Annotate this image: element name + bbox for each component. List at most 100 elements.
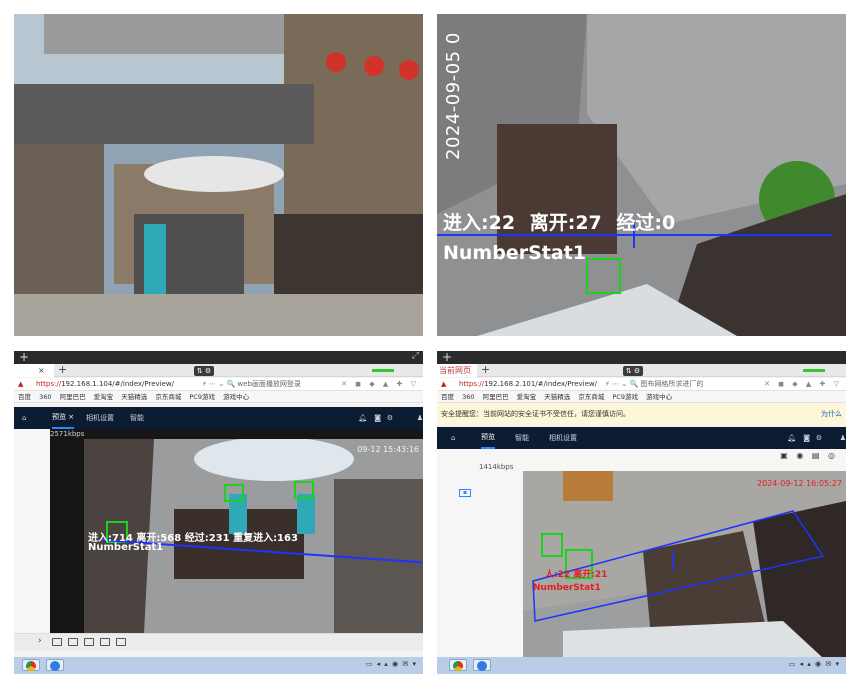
expand-icon[interactable]: ⤢ (412, 351, 419, 361)
tab-strip: × + ⇅ ⚙ (14, 363, 423, 377)
new-tab-icon[interactable]: + (481, 363, 490, 376)
url-field[interactable]: https://192.168.1.104/#/index/Preview/ (36, 378, 174, 391)
pass-label: 经过 (616, 212, 655, 234)
gear-icon[interactable]: ⚙ (387, 407, 393, 429)
bookmark-item[interactable]: PC9游戏 (612, 393, 638, 401)
count-region (532, 510, 825, 622)
browser-app-icon[interactable] (473, 659, 491, 671)
bookmark-item[interactable]: 游戏中心 (646, 393, 672, 401)
search-input[interactable]: ⚡ ⋯ ⌄ 🔍 web画面播放网登录 (202, 378, 301, 391)
bookmark-item[interactable]: PC9游戏 (189, 393, 215, 401)
lock-icon: ▲ (18, 380, 24, 388)
entrance-photo-panel (14, 14, 423, 336)
progress-indicator (372, 369, 394, 372)
video-timestamp: 09-12 15:43:16 (357, 445, 419, 454)
new-tab-icon[interactable]: + (58, 363, 67, 376)
os-taskbar: ▭ ◂ ▴ ◉ ✉ ▾ (437, 657, 846, 674)
pass-count: 0 (662, 212, 676, 234)
browser-window-left: + ⤢ × + ⇅ ⚙ ▲ https://192.168.1.104/#/in… (14, 351, 423, 674)
in-count: 22 (488, 212, 516, 234)
bookmark-item[interactable]: 阿里巴巴 (483, 393, 509, 401)
video-toolbar-icons[interactable]: ▣ ◉ ▤ ◎ (780, 451, 838, 460)
video-stream: 2024-09-12 16:05:27 (523, 471, 846, 658)
home-icon[interactable]: ⌂ (451, 427, 455, 449)
warning-text: 安全提醒您：当前网站的安全证书不受信任，请您谨慎访问。 (441, 410, 630, 418)
player-controls: › (14, 633, 423, 651)
address-bar: ▲ https://192.168.2.101/#/index/Preview/… (437, 378, 846, 391)
bookmark-item[interactable]: 阿里巴巴 (60, 393, 86, 401)
record-button[interactable] (68, 638, 78, 646)
system-tray[interactable]: ▭ ◂ ▴ ◉ ✉ ▾ (366, 660, 417, 668)
security-warning-bar: 安全提醒您：当前网站的安全证书不受信任，请您谨慎访问。 为什么 (437, 403, 846, 425)
tab-title[interactable]: 当前网页 (439, 366, 471, 375)
plus-icon[interactable]: + (442, 351, 452, 364)
out-label: 离开 (529, 212, 568, 234)
bookmark-item[interactable]: 京东商城 (578, 393, 604, 401)
nav-tab-camera-settings[interactable]: 相机设置 (549, 427, 577, 449)
home-icon[interactable]: ⌂ (22, 407, 26, 429)
tab-close-label[interactable]: × (38, 366, 45, 375)
bookmark-item[interactable]: 360 (39, 393, 51, 401)
preview-area: 2571kbps 09-12 15:43:16 进入:714 离开:568 经过… (14, 429, 423, 633)
bookmark-item[interactable]: 百度 (441, 393, 454, 401)
chrome-icon[interactable] (449, 659, 467, 671)
bookmark-item[interactable]: 爱淘宝 (94, 393, 114, 401)
extension-icons[interactable]: ✕ ◼ ◆ ▲ ✚ ▽ (341, 378, 419, 391)
bookmark-item[interactable]: 爱淘宝 (517, 393, 537, 401)
warning-link[interactable]: 为什么 (821, 403, 842, 425)
lock-icon: ▲ (441, 380, 447, 388)
progress-indicator (803, 369, 825, 372)
extension-icons[interactable]: ✕ ◼ ◆ ▲ ✚ ▽ (764, 378, 842, 391)
detection-box (224, 484, 244, 502)
user-menu[interactable]: ♟ ad (840, 427, 846, 449)
save-icon[interactable]: ◙ (374, 407, 381, 429)
gear-icon[interactable]: ⚙ (816, 427, 822, 449)
video-counter-name: NumberStat1 (533, 583, 601, 593)
system-tray[interactable]: ▭ ◂ ▴ ◉ ✉ ▾ (789, 660, 840, 668)
snapshot-button[interactable] (52, 638, 62, 646)
nav-tab-preview[interactable]: 预览 × (52, 407, 75, 429)
nav-tab-smart[interactable]: 智能 (130, 407, 144, 429)
bitrate-label: 2571kbps (50, 430, 85, 438)
zoom-button[interactable] (84, 638, 94, 646)
bookmark-item[interactable]: 百度 (18, 393, 31, 401)
channel-badge[interactable]: ▪ (459, 489, 471, 497)
video-counter-name: NumberStat1 (88, 542, 164, 553)
window-titlebar: + (437, 351, 846, 364)
tab-controls[interactable]: ⇅ ⚙ (194, 366, 214, 376)
tab-strip: 当前网页 + ⇅ ⚙ (437, 363, 846, 377)
camera-scene (437, 14, 846, 336)
search-input[interactable]: ⚡ ⋯ ⌄ 🔍 图布网格所求进厂的 (605, 378, 703, 391)
nav-tab-smart[interactable]: 智能 (515, 427, 529, 449)
plus-icon[interactable]: + (19, 351, 29, 364)
chrome-icon[interactable] (22, 659, 40, 671)
bookmark-item[interactable]: 天猫精选 (544, 393, 570, 401)
camera-timestamp: 2024-09-05 0 (443, 32, 464, 160)
bookmarks-bar: 百度 360 阿里巴巴 爱淘宝 天猫精选 京东商城 PC9游戏 游戏中心 (14, 391, 423, 403)
save-icon[interactable]: ◙ (803, 427, 810, 449)
bookmark-item[interactable]: 360 (462, 393, 474, 401)
bookmark-item[interactable]: 天猫精选 (121, 393, 147, 401)
browser-app-icon[interactable] (46, 659, 64, 671)
bell-icon[interactable]: 🔔︎ (358, 407, 367, 429)
url-field[interactable]: https://192.168.2.101/#/index/Preview/ (459, 378, 597, 391)
bookmark-item[interactable]: 游戏中心 (223, 393, 249, 401)
address-bar: ▲ https://192.168.1.104/#/index/Preview/… (14, 378, 423, 391)
video-counts: 人:22 离开:21 (545, 570, 608, 580)
audio-button[interactable] (116, 638, 126, 646)
fullscreen-button[interactable] (100, 638, 110, 646)
chevron-right-icon[interactable]: › (38, 636, 42, 646)
nav-tab-camera-settings[interactable]: 相机设置 (86, 407, 114, 429)
bell-icon[interactable]: 🔔︎ (787, 427, 796, 449)
camera-counts: 进入:22 离开:27 经过:0 (443, 212, 676, 234)
user-menu[interactable]: ♟ admi (417, 407, 423, 429)
nav-tab-preview[interactable]: 预览 (481, 427, 495, 449)
browser-tab[interactable]: 当前网页 (437, 364, 477, 377)
tab-controls[interactable]: ⇅ ⚙ (623, 366, 643, 376)
detection-box (294, 481, 314, 499)
detection-box (586, 258, 621, 294)
browser-tab[interactable]: × (14, 364, 54, 377)
in-label: 进入 (443, 212, 482, 234)
preview-area: ▣ ◉ ▤ ◎ 1414kbps ▪ 2024-09-12 16:05:27 人… (437, 449, 846, 658)
bookmark-item[interactable]: 京东商城 (155, 393, 181, 401)
